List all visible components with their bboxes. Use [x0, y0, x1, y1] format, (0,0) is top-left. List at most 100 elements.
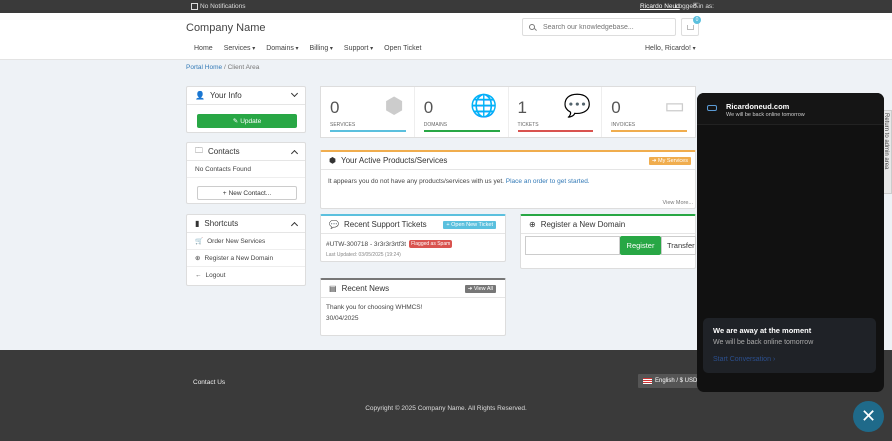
return-icon[interactable]: ⇱: [693, 2, 699, 10]
nav-home[interactable]: Home: [194, 45, 213, 52]
shortcut-register-domain[interactable]: ⊕ Register a New Domain: [187, 250, 305, 267]
close-chat-button[interactable]: ✕: [853, 401, 884, 432]
language-label: English / $ USD: [655, 378, 698, 384]
shortcuts-header[interactable]: ▮ Shortcuts: [187, 215, 305, 233]
shortcuts-title: Shortcuts: [204, 219, 239, 228]
stat-invoices[interactable]: 0 INVOICES ▭: [602, 87, 695, 137]
news-title: Recent News: [341, 284, 390, 293]
stat-tickets[interactable]: 1 TICKETS 💬: [509, 87, 603, 137]
chat-logo-icon: [707, 105, 717, 111]
chevron-down-icon[interactable]: [290, 89, 299, 98]
brand-logo[interactable]: Company Name: [186, 22, 265, 34]
view-all-button[interactable]: ➜ View All: [464, 285, 496, 293]
stat-number: 1: [517, 98, 527, 117]
news-header: ▤ Recent News ➜ View All: [321, 280, 505, 298]
chevron-right-icon: ›: [772, 356, 776, 363]
register-domain-panel: ⊕ Register a New Domain Register Transfe…: [520, 214, 696, 269]
contact-us-link[interactable]: Contact Us: [193, 379, 225, 386]
stat-bar: [423, 130, 500, 132]
shortcuts-panel: ▮ Shortcuts 🛒 Order New Services ⊕ Regis…: [186, 214, 306, 286]
globe-icon: 🌐: [470, 93, 498, 118]
away-subtitle: We will be back online tomorrow: [713, 339, 814, 346]
your-info-header[interactable]: 👤 Your Info: [187, 87, 305, 105]
notifications[interactable]: No Notifications: [191, 3, 246, 10]
stat-bar: [517, 130, 594, 132]
products-empty-text: It appears you do not have any products/…: [328, 178, 504, 185]
contacts-panel: 🗀 Contacts No Contacts Found + New Conta…: [186, 142, 306, 204]
plus-icon: +: [222, 189, 227, 197]
stat-label: TICKETS: [517, 122, 539, 128]
register-button[interactable]: Register: [620, 236, 661, 255]
transfer-button[interactable]: Transfer: [661, 236, 696, 255]
logged-in-user-link[interactable]: Ricardo Neud: [640, 3, 680, 10]
products-panel: ⬢ Your Active Products/Services ➜ My Ser…: [320, 150, 696, 209]
shortcut-order-services[interactable]: 🛒 Order New Services: [187, 233, 305, 250]
tickets-panel: 💬 Recent Support Tickets + Open New Tick…: [320, 214, 506, 262]
away-card: We are away at the moment We will be bac…: [703, 318, 876, 373]
stat-label: SERVICES: [330, 122, 356, 128]
tickets-header: 💬 Recent Support Tickets + Open New Tick…: [321, 216, 505, 234]
newspaper-icon: ▤: [329, 284, 337, 293]
nav-support[interactable]: Support: [344, 45, 373, 52]
update-label: Update: [240, 117, 262, 125]
ticket-title: #UTW-300718 - 3r3r3r3rtf3t: [326, 240, 407, 248]
contacts-header[interactable]: 🗀 Contacts: [187, 143, 305, 161]
ticket-row[interactable]: #UTW-300718 - 3r3r3r3rtf3t Flagged as Sp…: [326, 240, 453, 248]
contacts-title: Contacts: [208, 147, 240, 156]
register-domain-title: Register a New Domain: [540, 220, 626, 229]
my-services-label: My Services: [658, 158, 688, 164]
cart-button[interactable]: 0: [681, 16, 701, 36]
stat-number: 0: [330, 98, 340, 117]
main-nav: Home Services Domains Billing Support Op…: [194, 45, 421, 52]
stat-number: 0: [611, 98, 621, 117]
chevron-up-icon[interactable]: [290, 149, 299, 158]
credit-card-icon: ▭: [664, 93, 685, 118]
stats-row: 0 SERVICES ⬢ 0 DOMAINS 🌐 1 TICKETS 💬 0 I…: [320, 86, 696, 138]
search-input[interactable]: [543, 23, 663, 31]
new-contact-label: New Contact...: [228, 189, 272, 197]
stat-number: 0: [423, 98, 434, 117]
stat-domains[interactable]: 0 DOMAINS 🌐: [415, 87, 509, 137]
us-flag-icon: [643, 378, 652, 384]
breadcrumb-home[interactable]: Portal Home: [186, 64, 222, 71]
nav-domains[interactable]: Domains: [266, 45, 298, 52]
chevron-up-icon[interactable]: [290, 221, 299, 230]
pencil-icon: ✎: [232, 118, 239, 125]
comments-icon: 💬: [563, 93, 592, 118]
stat-bar: [611, 130, 687, 132]
open-new-ticket-button[interactable]: + Open New Ticket: [443, 221, 496, 229]
stat-label: INVOICES: [611, 122, 636, 128]
bookmark-icon: ▮: [195, 219, 200, 228]
user-icon: 👤: [195, 91, 205, 100]
update-button[interactable]: ✎ Update: [197, 114, 297, 128]
new-contact-button[interactable]: + New Contact...: [197, 186, 297, 200]
stat-services[interactable]: 0 SERVICES ⬢: [321, 87, 415, 137]
nav-services[interactable]: Services: [224, 45, 256, 52]
shortcut-logout[interactable]: ← Logout: [187, 267, 305, 284]
chat-title: Ricardoneud.com: [726, 102, 790, 111]
start-conversation-link[interactable]: Start Conversation ›: [713, 356, 775, 363]
domain-input[interactable]: [525, 236, 620, 255]
shortcut-label: Logout: [205, 272, 226, 279]
open-new-ticket-label: Open New Ticket: [451, 222, 493, 228]
close-icon: ✕: [860, 406, 877, 426]
place-order-link[interactable]: Place an order to get started.: [506, 178, 590, 185]
start-conversation-label: Start Conversation: [713, 356, 771, 363]
account-menu[interactable]: Hello, Ricardo!: [645, 45, 696, 52]
comments-icon: 💬: [329, 220, 339, 229]
nav-open-ticket[interactable]: Open Ticket: [384, 45, 421, 52]
ticket-updated: Last Updated: 03/05/2025 (19:24): [326, 252, 401, 258]
your-info-panel: 👤 Your Info ✎ Update: [186, 86, 306, 133]
products-message: It appears you do not have any products/…: [328, 178, 590, 185]
my-services-button[interactable]: ➜ My Services: [648, 157, 691, 165]
stat-bar: [330, 130, 406, 132]
news-item-link[interactable]: Thank you for choosing WHMCS!: [326, 304, 422, 311]
chat-subtitle: We will be back online tomorrow: [726, 112, 805, 118]
view-more-link[interactable]: View More...: [663, 200, 693, 206]
knowledgebase-search[interactable]: [522, 18, 676, 36]
arrow-left-icon: ←: [195, 272, 202, 279]
search-icon: [529, 24, 535, 30]
nav-billing[interactable]: Billing: [310, 45, 333, 52]
breadcrumb-current: Client Area: [227, 64, 260, 71]
chat-header: Ricardoneud.com We will be back online t…: [697, 93, 884, 125]
